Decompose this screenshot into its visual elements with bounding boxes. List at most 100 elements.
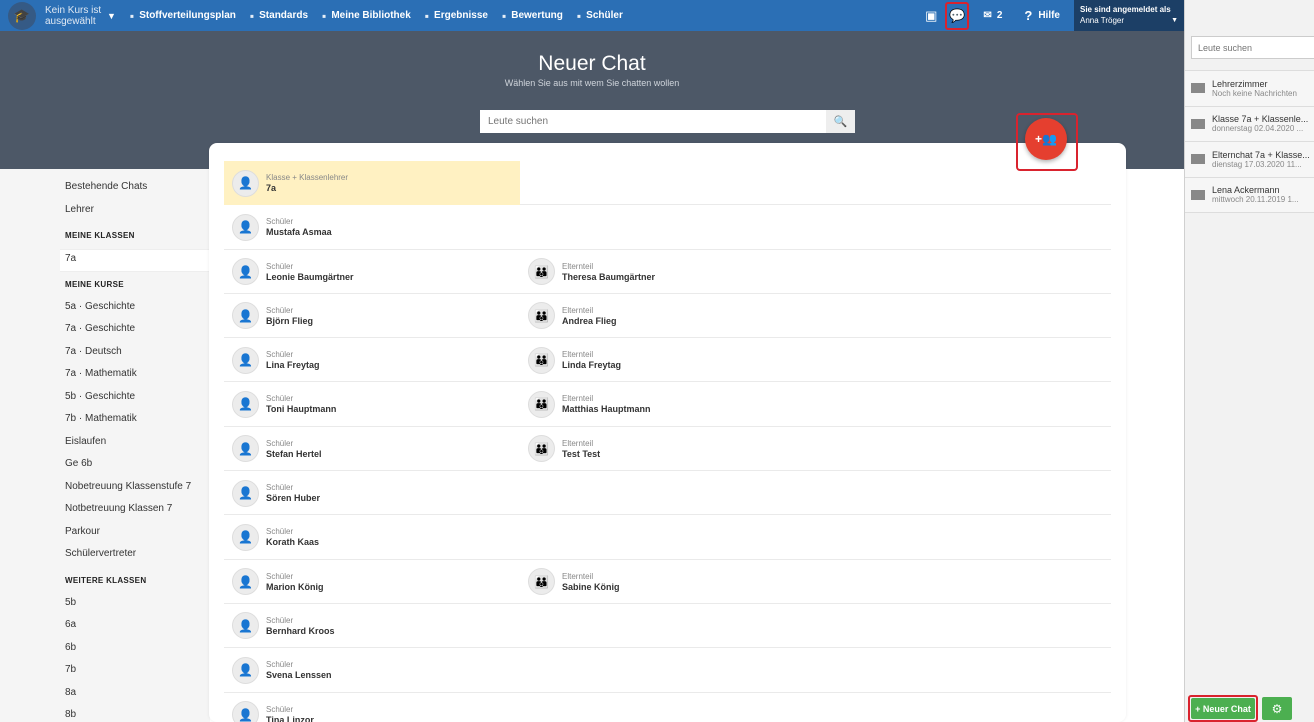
nav-item-0[interactable]: ▪ Stoffverteilungsplan	[130, 9, 236, 23]
nav-item-3[interactable]: ▪ Ergebnisse	[425, 9, 488, 23]
student-avatar-icon: 👤	[232, 213, 259, 241]
chat-subtitle: mittwoch 20.11.2019 1...	[1212, 195, 1299, 205]
person-name: Andrea Flieg	[562, 315, 617, 326]
student-entry[interactable]: 👤 Schüler Tina Linzor	[224, 693, 520, 722]
person-text: Elternteil Andrea Flieg	[562, 306, 617, 326]
help-button[interactable]: ? Hilfe	[1024, 3, 1060, 29]
student-entry[interactable]: 👤 Schüler Mustafa Asmaa	[224, 205, 520, 249]
sidebar-item[interactable]: 6b	[60, 639, 210, 662]
student-avatar-icon: 👤	[232, 612, 259, 640]
person-name: Linda Freytag	[562, 360, 622, 371]
sidebar-item[interactable]: Nobetreuung Klassenstufe 7	[60, 478, 210, 501]
chat-icon	[1191, 83, 1205, 94]
student-entry[interactable]: 👤 Schüler Korath Kaas	[224, 515, 520, 559]
parent-entry[interactable]: 👪 Elternteil Sabine König	[520, 560, 620, 604]
sidebar-item[interactable]: 5b · Geschichte	[60, 388, 210, 411]
parent-entry[interactable]: 👪 Elternteil Theresa Baumgärtner	[520, 250, 655, 294]
student-entry[interactable]: 👤 Schüler Lina Freytag	[224, 338, 520, 382]
parent-entry[interactable]: 👪 Elternteil Andrea Flieg	[520, 294, 617, 338]
person-text: Schüler Bernhard Kroos	[266, 616, 335, 636]
nav-item-2[interactable]: ▪ Meine Bibliothek	[322, 9, 411, 23]
student-entry[interactable]: 👤 Schüler Leonie Baumgärtner	[224, 250, 520, 294]
nav-right: ▣ 💬 ✉ 2 ? Hilfe Sie sind angemeldet als An…	[925, 0, 1184, 31]
chat-list-item[interactable]: Lena Ackermann mittwoch 20.11.2019 1...	[1185, 177, 1314, 213]
nav-item-4[interactable]: ▪ Bewertung	[502, 9, 563, 23]
chat-list-item[interactable]: Lehrerzimmer Noch keine Nachrichten	[1185, 71, 1314, 107]
person-text: Schüler Mustafa Asmaa	[266, 217, 332, 237]
person-name: Theresa Baumgärtner	[562, 271, 656, 282]
sidebar-item[interactable]: Eislaufen	[60, 433, 210, 456]
student-entry[interactable]: 👤 Schüler Toni Hauptmann	[224, 382, 520, 426]
class-entry[interactable]: 👤 Klasse + Klassenlehrer 7a	[224, 161, 520, 205]
person-text: Elternteil Matthias Hauptmann	[562, 394, 651, 414]
parent-entry[interactable]: 👪 Elternteil Test Test	[520, 427, 600, 471]
person-role: Schüler	[266, 394, 294, 404]
student-entry[interactable]: 👤 Schüler Stefan Hertel	[224, 427, 520, 471]
person-role: Schüler	[266, 305, 294, 315]
sidebar-item[interactable]: 7a · Deutsch	[60, 343, 210, 366]
nav-item-5[interactable]: ▪ Schüler	[577, 9, 623, 23]
sidebar-item[interactable]: 8b	[60, 706, 210, 722]
person-role: Elternteil	[562, 350, 594, 360]
person-text: Schüler Svena Lenssen	[266, 660, 332, 680]
cast-icon[interactable]: ▣	[925, 3, 937, 29]
graduation-cap-icon[interactable]: 🎓	[8, 1, 36, 30]
mail-button[interactable]: ✉ 2	[983, 3, 1002, 29]
person-name: Svena Lenssen	[266, 670, 332, 681]
person-name: Sören Huber	[266, 493, 321, 504]
student-entry[interactable]: 👤 Schüler Björn Flieg	[224, 294, 520, 338]
nav-item-label: Ergebnisse	[434, 10, 488, 21]
student-entry[interactable]: 👤 Schüler Sören Huber	[224, 471, 520, 515]
person-role: Klasse + Klassenlehrer	[266, 173, 349, 182]
chat-icon[interactable]: 💬	[945, 1, 970, 30]
chat-list-item[interactable]: Elternchat 7a + Klasse... dienstag 17.03.…	[1185, 142, 1314, 178]
chat-sidebar-footer: + Neuer Chat ⚙	[1188, 695, 1292, 722]
people-row: 👤 Schüler Sören Huber	[224, 471, 1111, 516]
people-row: 👤 Klasse + Klassenlehrer 7a	[224, 161, 1111, 206]
new-chat-button[interactable]: + Neuer Chat	[1191, 698, 1255, 719]
sidebar-item[interactable]: 5a · Geschichte	[60, 298, 210, 321]
sidebar-item[interactable]: 6a	[60, 616, 210, 639]
sidebar-item[interactable]: Notbetreuung Klassen 7	[60, 500, 210, 523]
chat-search-input[interactable]	[1191, 36, 1314, 59]
sidebar-item[interactable]: Bestehende Chats	[60, 178, 210, 201]
sidebar-item[interactable]: 7a	[60, 249, 210, 272]
sidebar-item[interactable]: 5b	[60, 594, 210, 617]
chat-sidebar: LehrerzimmerNoch keine Nachrichten Klasse…	[1184, 0, 1314, 722]
search-icon[interactable]: 🔍	[826, 110, 855, 133]
sidebar-item[interactable]: Lehrer	[60, 201, 210, 224]
parent-entry[interactable]: 👪 Elternteil Matthias Hauptmann	[520, 382, 651, 426]
people-row: 👤 Schüler Toni Hauptmann 👪 Elternteil Matthia…	[224, 382, 1111, 427]
student-entry[interactable]: 👤 Schüler Bernhard Kroos	[224, 604, 520, 648]
chat-text: Lena Ackermann mittwoch 20.11.2019 1...	[1212, 185, 1312, 204]
sidebar-item[interactable]: 7b · Mathematik	[60, 410, 210, 433]
gear-icon[interactable]: ⚙	[1262, 697, 1292, 720]
chat-list-item[interactable]: Klasse 7a + Klassenle... donnerstag 02.04…	[1185, 106, 1314, 142]
people-search-input[interactable]	[480, 110, 826, 133]
user-menu[interactable]: Sie sind angemeldet als Anna Tröger ▼	[1074, 0, 1184, 31]
sidebar-item[interactable]: Schülervertreter	[60, 545, 210, 568]
person-text: Schüler Toni Hauptmann	[266, 394, 336, 414]
person-text: Schüler Leonie Baumgärtner	[266, 262, 354, 282]
students-icon: ▪	[576, 8, 582, 23]
person-text: Schüler Marion König	[266, 572, 324, 592]
sidebar-item[interactable]: 8a	[60, 684, 210, 707]
sidebar-item[interactable]: Ge 6b	[60, 455, 210, 478]
sidebar-item[interactable]: 7b	[60, 661, 210, 684]
student-entry[interactable]: 👤 Schüler Svena Lenssen	[224, 648, 520, 692]
rating-icon: ▪	[501, 8, 507, 23]
nav-item-1[interactable]: ▪ Standards	[250, 9, 308, 23]
people-search: 🔍	[480, 110, 855, 133]
person-role: Schüler	[266, 350, 294, 360]
chevron-down-icon[interactable]: ▼	[107, 11, 116, 21]
student-entry[interactable]: 👤 Schüler Marion König	[224, 560, 520, 604]
sidebar-item[interactable]: 7a · Geschichte	[60, 320, 210, 343]
course-selector[interactable]: Kein Kurs ist ausgewählt	[45, 5, 103, 27]
person-role: Elternteil	[562, 261, 594, 271]
person-text: Schüler Björn Flieg	[266, 306, 313, 326]
sidebar-item[interactable]: 7a · Mathematik	[60, 365, 210, 388]
parent-entry[interactable]: 👪 Elternteil Linda Freytag	[520, 338, 621, 382]
people-row: 👤 Schüler Tina Linzor	[224, 693, 1111, 722]
sidebar-item[interactable]: Parkour	[60, 523, 210, 546]
add-group-button[interactable]: +👥	[1025, 118, 1067, 160]
